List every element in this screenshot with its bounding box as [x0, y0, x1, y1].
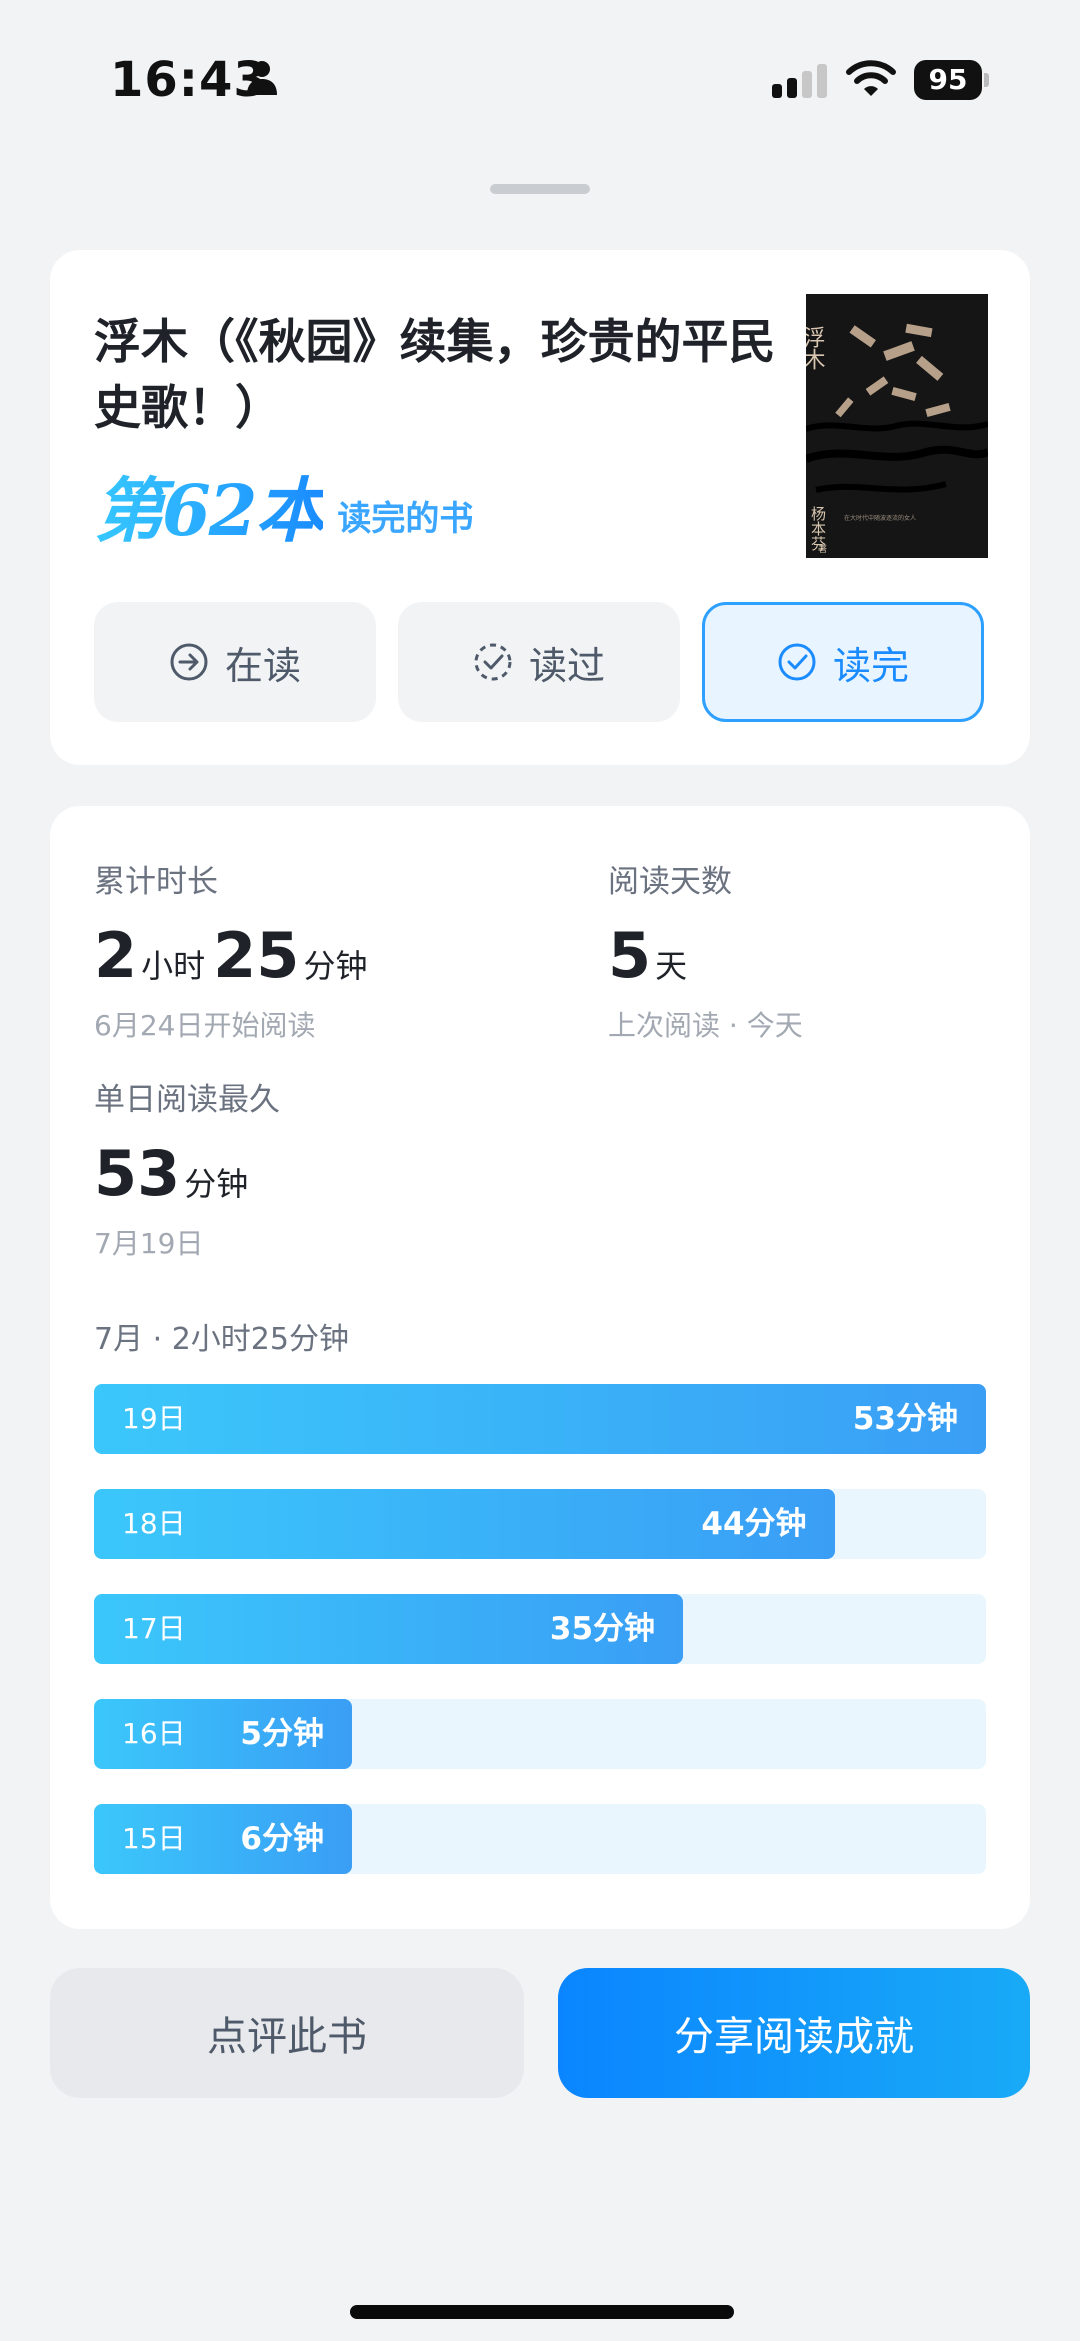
- battery-cap: [984, 73, 989, 87]
- reading-status-selector: 在读 读过 读完: [94, 602, 984, 722]
- wifi-icon: [846, 60, 896, 96]
- stat-total-label: 累计时长: [94, 864, 218, 900]
- daily-reading-bars: 19日 53分钟 18日 44分钟 17日 35分钟 16日 5分钟 15日 6分钟: [94, 1384, 986, 1909]
- status-finished-button[interactable]: 读完: [702, 602, 984, 722]
- book-card: 浮木（《秋园》续集，珍贵的平民史歌！） 第62本 读完的书 浮木 杨本芬 著 在: [50, 250, 1030, 765]
- bar-day-label: 18日: [122, 1507, 186, 1540]
- person-icon: [247, 61, 277, 95]
- stat-longest-label: 单日阅读最久: [94, 1082, 280, 1118]
- month-summary: 7月 · 2小时25分钟: [94, 1322, 349, 1357]
- stat-days-number: 5: [608, 919, 652, 992]
- arrow-circle-icon: [170, 643, 208, 681]
- stat-total-value: 2 小时 25 分钟: [94, 919, 375, 992]
- bar-row: 15日 6分钟: [94, 1804, 986, 1874]
- status-bar: 16:43 95: [0, 0, 1080, 160]
- stat-longest-unit: 分钟: [184, 1165, 249, 1203]
- bar-row: 19日 53分钟: [94, 1384, 986, 1454]
- stat-longest-number: 53: [94, 1137, 181, 1210]
- bar-row: 17日 35分钟: [94, 1594, 986, 1664]
- bar-value-label: 53分钟: [852, 1401, 958, 1437]
- bar-row: 18日 44分钟: [94, 1489, 986, 1559]
- cover-title: 浮木: [806, 326, 826, 370]
- bar-value-label: 35分钟: [549, 1611, 656, 1647]
- stat-days-label: 阅读天数: [608, 864, 732, 900]
- book-count-suffix: 读完的书: [337, 499, 474, 539]
- bar-day-label: 17日: [122, 1612, 186, 1645]
- sheet-drag-handle[interactable]: [490, 184, 590, 194]
- battery-level: 95: [914, 60, 982, 100]
- book-count-badge: 第62本 读完的书: [94, 460, 473, 550]
- stat-days-value: 5 天: [608, 919, 803, 992]
- stat-days-sub: 上次阅读 · 今天: [608, 1009, 803, 1042]
- bar-day-label: 16日: [122, 1717, 186, 1750]
- stat-total-minutes: 25: [213, 919, 300, 992]
- book-cover-art: 浮木 杨本芬 著 在大时代中随波逐流的女人: [806, 294, 988, 558]
- stat-longest-value: 53 分钟: [94, 1137, 280, 1210]
- cellular-signal-icon: [772, 64, 827, 98]
- status-reading-label: 在读: [224, 643, 301, 688]
- home-indicator: [350, 2305, 734, 2319]
- status-read-label: 读过: [528, 643, 605, 688]
- stat-total-sub: 6月24日开始阅读: [94, 1009, 316, 1042]
- stat-longest-sub: 7月19日: [94, 1227, 204, 1260]
- bar-value-label: 5分钟: [240, 1716, 324, 1752]
- stat-longest-day: 单日阅读最久 53 分钟 7月19日: [94, 1074, 280, 1262]
- stat-total-hours: 2: [94, 919, 138, 992]
- check-circle-icon: [778, 643, 816, 681]
- stat-days-unit: 天: [655, 947, 688, 985]
- status-time: 16:43: [110, 52, 268, 108]
- bar-row: 16日 5分钟: [94, 1699, 986, 1769]
- stat-total-minutes-unit: 分钟: [303, 947, 368, 985]
- bar-value-label: 6分钟: [240, 1821, 324, 1857]
- stat-total-duration: 累计时长 2 小时 25 分钟 6月24日开始阅读: [94, 856, 375, 1044]
- battery-indicator: 95: [914, 60, 990, 100]
- dashed-check-circle-icon: [474, 643, 512, 681]
- cover-subtitle: 在大时代中随波逐流的女人: [844, 514, 916, 522]
- book-cover[interactable]: 浮木 杨本芬 著 在大时代中随波逐流的女人: [806, 294, 988, 558]
- stat-total-hours-unit: 小时: [141, 947, 206, 985]
- cover-author-mark: 著: [818, 543, 827, 555]
- status-read-button[interactable]: 读过: [398, 602, 680, 722]
- status-finished-label: 读完: [832, 643, 909, 688]
- review-book-button[interactable]: 点评此书: [50, 1968, 524, 2098]
- status-reading-button[interactable]: 在读: [94, 602, 376, 722]
- share-achievement-button[interactable]: 分享阅读成就: [558, 1968, 1030, 2098]
- book-count-number: 第62本: [94, 469, 325, 552]
- reading-stats-card: 累计时长 2 小时 25 分钟 6月24日开始阅读 阅读天数 5 天 上次阅读 …: [50, 806, 1030, 1929]
- stat-reading-days: 阅读天数 5 天 上次阅读 · 今天: [608, 856, 803, 1044]
- bar-day-label: 19日: [122, 1402, 186, 1435]
- book-title: 浮木（《秋园》续集，珍贵的平民史歌！）: [94, 315, 776, 436]
- bar-value-label: 44分钟: [701, 1506, 807, 1542]
- bar-day-label: 15日: [122, 1822, 186, 1855]
